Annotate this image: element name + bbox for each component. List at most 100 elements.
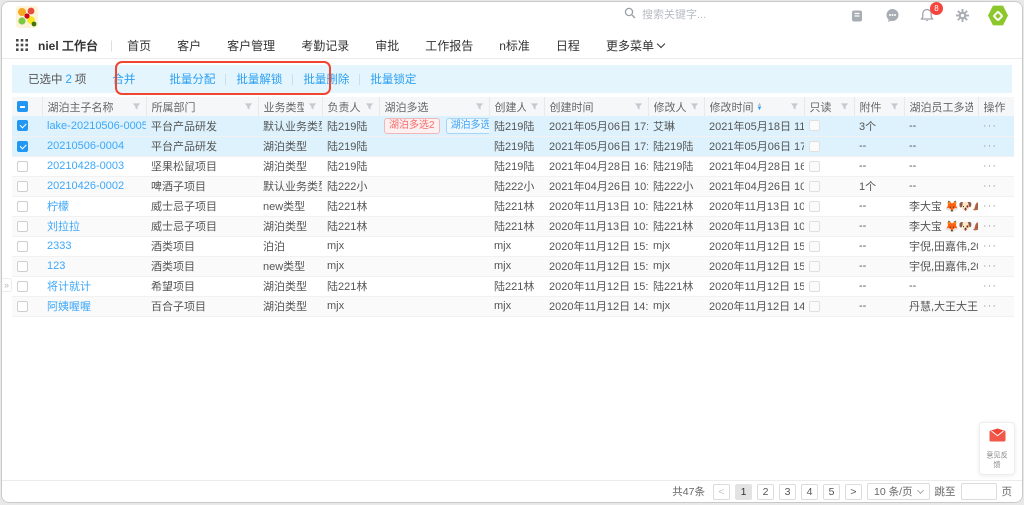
row-checkbox[interactable] [17, 120, 28, 131]
jump-page-input[interactable] [961, 483, 997, 500]
cell-owner: mjx [322, 296, 379, 316]
gear-icon[interactable] [953, 7, 971, 25]
nav-item-客户管理[interactable]: 客户管理 [227, 37, 275, 54]
nav-item-工作报告[interactable]: 工作报告 [425, 37, 473, 54]
table-row[interactable]: 20210426-0002啤酒子项目默认业务类型陆222小陆222小2021年0… [12, 176, 1014, 196]
row-checkbox[interactable] [17, 161, 28, 172]
row-checkbox[interactable] [17, 261, 28, 272]
merge-button[interactable]: 合并 [112, 71, 135, 87]
nav-item-首页[interactable]: 首页 [127, 37, 151, 54]
row-checkbox[interactable] [17, 141, 28, 152]
cell-biz: 湖泊类型 [258, 276, 322, 296]
row-actions-button[interactable]: ··· [983, 260, 997, 272]
cell-modifier: 陆222小 [648, 176, 704, 196]
column-header-dept: 所属部门 [146, 97, 258, 116]
table-row[interactable]: 刘拉拉威士忌子项目湖泊类型陆221林陆221林2020年11月13日 10:30… [12, 216, 1014, 236]
row-actions-button[interactable]: ··· [983, 300, 997, 312]
record-link[interactable]: 将计就计 [47, 281, 91, 293]
batch-action-button[interactable]: 批量删除 [293, 71, 359, 87]
prev-page-button[interactable]: < [713, 484, 730, 500]
row-actions-button[interactable]: ··· [983, 120, 997, 132]
row-checkbox[interactable] [17, 201, 28, 212]
row-actions-button[interactable]: ··· [983, 220, 997, 232]
notebook-icon[interactable] [848, 7, 866, 25]
row-actions-button[interactable]: ··· [983, 280, 997, 292]
batch-action-button[interactable]: 批量分配 [159, 71, 225, 87]
row-actions-button[interactable]: ··· [983, 200, 997, 212]
row-checkbox[interactable] [17, 241, 28, 252]
record-link[interactable]: lake-20210506-0005 [47, 120, 146, 132]
filter-icon[interactable] [304, 102, 317, 111]
batch-action-button[interactable]: 批量锁定 [360, 71, 426, 87]
bell-icon[interactable]: 8 [918, 7, 936, 25]
feedback-button[interactable]: 意见反馈 [979, 422, 1015, 475]
more-menu[interactable]: 更多菜单 [606, 37, 664, 54]
nav-item-审批[interactable]: 审批 [375, 37, 399, 54]
nav-divider: | [110, 38, 113, 52]
select-all-checkbox[interactable] [17, 101, 28, 112]
chat-icon[interactable] [883, 7, 901, 25]
row-actions-button[interactable]: ··· [983, 180, 997, 192]
record-link[interactable]: 阿姨喔喔 [47, 301, 91, 313]
nav-item-客户[interactable]: 客户 [177, 37, 201, 54]
row-checkbox[interactable] [17, 301, 28, 312]
app-logo[interactable] [16, 6, 38, 28]
row-checkbox[interactable] [17, 281, 28, 292]
page-button-2[interactable]: 2 [757, 484, 774, 500]
record-link[interactable]: 20210426-0002 [47, 180, 124, 192]
user-avatar[interactable] [988, 5, 1008, 26]
table-row[interactable]: 2333酒类项目泊泊mjxmjx2020年11月12日 15:25mjx2020… [12, 236, 1014, 256]
apps-grid-icon[interactable] [16, 39, 28, 51]
nav-item-n标准[interactable]: n标准 [499, 37, 530, 54]
record-link[interactable]: 柠檬 [47, 201, 69, 213]
cell-created: 2020年11月12日 15:25 [544, 236, 648, 256]
table-row[interactable]: 将计就计希望项目湖泊类型陆221林陆221林2020年11月12日 15:15陆… [12, 276, 1014, 296]
multi-select-tag: 湖泊多选1 [446, 118, 489, 134]
panel-expand-handle[interactable]: » [2, 278, 12, 292]
table-row[interactable]: lake-20210506-0005平台产品研发默认业务类型陆219陆湖泊多选2… [12, 116, 1014, 136]
record-link[interactable]: 20210428-0003 [47, 160, 124, 172]
table-row[interactable]: 阿姨喔喔百合子项目湖泊类型mjxmjx2020年11月12日 14:38mjx2… [12, 296, 1014, 316]
next-page-button[interactable]: > [845, 484, 862, 500]
table-row[interactable]: 柠檬威士忌子项目new类型陆221林陆221林2020年11月13日 10:31… [12, 196, 1014, 216]
page-button-1[interactable]: 1 [735, 484, 752, 500]
filter-icon[interactable] [630, 102, 643, 111]
filter-icon[interactable] [526, 102, 539, 111]
filter-icon[interactable] [836, 102, 849, 111]
workspace-title[interactable]: niel 工作台 [38, 37, 98, 54]
filter-icon[interactable] [240, 102, 253, 111]
sort-icon[interactable]: ▲▼ [757, 103, 763, 111]
record-link[interactable]: 刘拉拉 [47, 221, 80, 233]
filter-icon[interactable] [786, 102, 799, 111]
page-size-select[interactable]: 10 条/页 [867, 483, 930, 500]
filter-icon[interactable] [361, 102, 374, 111]
filter-icon[interactable] [128, 102, 141, 111]
record-link[interactable]: 2333 [47, 240, 71, 252]
record-link[interactable]: 20210506-0004 [47, 140, 124, 152]
search-input[interactable] [642, 9, 792, 21]
table-row[interactable]: 123酒类项目new类型mjxmjx2020年11月12日 15:25mjx20… [12, 256, 1014, 276]
batch-action-button[interactable]: 批量解锁 [226, 71, 292, 87]
cell-modifier: mjx [648, 236, 704, 256]
table-row[interactable]: 20210428-0003坚果松鼠项目湖泊类型陆219陆陆219陆2021年04… [12, 156, 1014, 176]
row-actions-button[interactable]: ··· [983, 140, 997, 152]
table-row[interactable]: 20210506-0004平台产品研发湖泊类型陆219陆陆219陆2021年05… [12, 136, 1014, 156]
cell-biz: 默认业务类型 [258, 176, 322, 196]
filter-icon[interactable] [686, 102, 699, 111]
row-checkbox[interactable] [17, 181, 28, 192]
cell-dept: 酒类项目 [146, 256, 258, 276]
chevron-down-icon [916, 487, 923, 494]
nav-item-考勤记录[interactable]: 考勤记录 [301, 37, 349, 54]
row-checkbox[interactable] [17, 221, 28, 232]
cell-attach: -- [854, 156, 904, 176]
feedback-label: 意见反馈 [984, 450, 1011, 470]
row-actions-button[interactable]: ··· [983, 240, 997, 252]
page-button-4[interactable]: 4 [801, 484, 818, 500]
filter-icon[interactable] [471, 102, 484, 111]
nav-item-日程[interactable]: 日程 [556, 37, 580, 54]
row-actions-button[interactable]: ··· [983, 160, 997, 172]
page-button-5[interactable]: 5 [823, 484, 840, 500]
record-link[interactable]: 123 [47, 260, 65, 272]
filter-icon[interactable] [886, 102, 899, 111]
page-button-3[interactable]: 3 [779, 484, 796, 500]
